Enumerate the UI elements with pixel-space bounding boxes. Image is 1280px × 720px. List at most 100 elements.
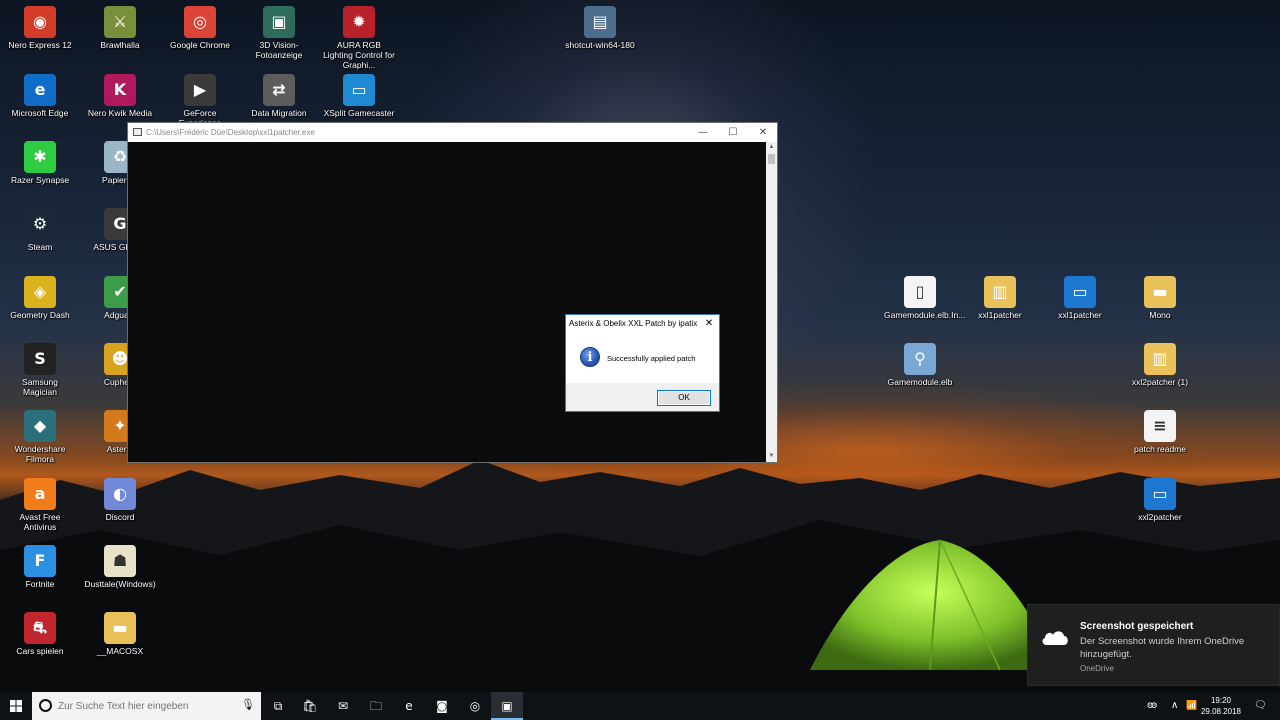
search-input[interactable] bbox=[58, 698, 238, 714]
toast-body: Der Screenshot wurde Ihrem OneDrive hinz… bbox=[1080, 636, 1245, 660]
toast-source: OneDrive bbox=[1080, 664, 1114, 673]
taskbar-file-explorer-icon[interactable]: 🗀 bbox=[360, 692, 392, 720]
patch-message-box[interactable]: Asterix & Obelix XXL Patch by ipatix ✕ i… bbox=[565, 314, 720, 412]
desktop-icon[interactable]: ⚲ Gamemodule.elb bbox=[882, 339, 958, 401]
desktop-icon[interactable]: e Microsoft Edge bbox=[2, 70, 78, 132]
edge-icon: e bbox=[24, 74, 56, 106]
fortnite-icon: F bbox=[24, 545, 56, 577]
network-icon[interactable]: 📶 bbox=[1186, 692, 1197, 720]
desktop-icon[interactable]: F Fortnite bbox=[2, 541, 78, 603]
folder-icon: ▬ bbox=[1144, 276, 1176, 308]
desktop-icon[interactable]: ◈ Geometry Dash bbox=[2, 272, 78, 334]
desktop-icon[interactable]: ≡ patch readme bbox=[1122, 406, 1198, 468]
desktop-icon[interactable]: ▤ shotcut-win64-180 bbox=[562, 2, 638, 64]
message-box-body: i Successfully applied patch bbox=[566, 333, 719, 383]
desktop-icon[interactable]: ✹ AURA RGB Lighting Control for Graphi... bbox=[321, 2, 397, 70]
scroll-up-arrow-icon[interactable]: ▲ bbox=[766, 142, 777, 153]
desktop-icon[interactable]: ▬ Mono bbox=[1122, 272, 1198, 334]
desktop-icon[interactable]: S Samsung Magician bbox=[2, 339, 78, 401]
show-hidden-icons-chevron-icon[interactable]: ∧ bbox=[1171, 692, 1178, 720]
desktop-icon[interactable]: ⚔ Brawlhalla bbox=[82, 2, 158, 64]
filmora-icon: ◆ bbox=[24, 410, 56, 442]
clock-time: 19:20 bbox=[1210, 696, 1232, 705]
info-icon: i bbox=[580, 347, 600, 367]
onedrive-cloud-icon bbox=[1042, 631, 1068, 645]
magnifier-file-icon: ⚲ bbox=[904, 343, 936, 375]
clock-date: 29.08.2018 bbox=[1200, 707, 1242, 716]
shotcut-icon: ▤ bbox=[584, 6, 616, 38]
taskbar-chrome-icon[interactable]: ◎ bbox=[459, 692, 491, 720]
samsung-magician-icon: S bbox=[24, 343, 56, 375]
desktop-icon[interactable]: ▬ __MACOSX bbox=[82, 608, 158, 670]
desktop-icon-label: shotcut-win64-180 bbox=[565, 40, 635, 50]
taskbar-clock[interactable]: 19:20 29.08.2018 bbox=[1198, 695, 1244, 717]
desktop-icon[interactable]: ⛐ Cars spielen bbox=[2, 608, 78, 670]
desktop-icon[interactable]: ◐ Discord bbox=[82, 474, 158, 536]
desktop-icon[interactable]: ▥ xxl2patcher (1) bbox=[1122, 339, 1198, 401]
desktop-icon-label: XSplit Gamecaster bbox=[323, 108, 395, 118]
desktop-icon[interactable]: a Avast Free Antivirus bbox=[2, 474, 78, 536]
zip-folder-icon: ▥ bbox=[1144, 343, 1176, 375]
desktop-icon[interactable]: ◆ Wondershare Filmora bbox=[2, 406, 78, 468]
desktop-icon-label: Gamemodule.elb.In... bbox=[884, 310, 966, 320]
desktop-icon[interactable]: ✱ Razer Synapse bbox=[2, 137, 78, 199]
chrome-icon: ◎ bbox=[184, 6, 216, 38]
microphone-icon[interactable]: 🎙 bbox=[241, 698, 255, 711]
desktop-icon-label: xxl2patcher bbox=[1138, 512, 1182, 522]
minimize-button[interactable]: — bbox=[688, 123, 718, 142]
desktop-icon[interactable]: ◎ Google Chrome bbox=[162, 2, 238, 64]
ok-button[interactable]: OK bbox=[657, 390, 711, 406]
desktop-icon[interactable]: ▭ xxl1patcher bbox=[1042, 272, 1118, 334]
message-text: Successfully applied patch bbox=[607, 354, 696, 363]
desktop-icon[interactable]: ▯ Gamemodule.elb.In... bbox=[882, 272, 966, 334]
desktop-icon-label: Gamemodule.elb bbox=[887, 377, 953, 387]
scroll-down-arrow-icon[interactable]: ▼ bbox=[766, 451, 777, 462]
desktop-icon-label: Cars spielen bbox=[16, 646, 64, 656]
console-titlebar[interactable]: C:\Users\Frédéric Düe\Desktop\xxl1patche… bbox=[128, 123, 777, 142]
desktop-icon-label: Discord bbox=[105, 512, 135, 522]
taskbar-console-icon[interactable]: ▣ bbox=[491, 692, 523, 720]
maximize-button[interactable]: ☐ bbox=[718, 123, 748, 142]
desktop-icon[interactable]: ◉ Nero Express 12 bbox=[2, 2, 78, 64]
desktop-icon[interactable]: ⚙ Steam bbox=[2, 204, 78, 266]
taskbar-app-red-icon[interactable]: ◙ bbox=[426, 692, 458, 720]
console-output[interactable] bbox=[128, 142, 766, 462]
console-scrollbar[interactable]: ▲ ▼ bbox=[766, 142, 777, 462]
scroll-thumb[interactable] bbox=[768, 154, 775, 164]
message-box-close-button[interactable]: ✕ bbox=[703, 315, 715, 333]
aura-rgb-icon: ✹ bbox=[343, 6, 375, 38]
desktop-icon-label: 3D Vision-Fotoanzeige bbox=[255, 40, 303, 60]
desktop-icon[interactable]: ▭ xxl2patcher bbox=[1122, 474, 1198, 536]
taskbar-mail-icon[interactable]: ✉ bbox=[327, 692, 359, 720]
taskbar-store-icon[interactable]: 🛍 bbox=[294, 692, 326, 720]
message-box-title: Asterix & Obelix XXL Patch by ipatix bbox=[566, 315, 719, 333]
avast-icon: a bbox=[24, 478, 56, 510]
cortana-circle-icon bbox=[39, 699, 52, 712]
desktop-icon-label: Nero Express 12 bbox=[8, 40, 72, 50]
start-button[interactable] bbox=[0, 692, 32, 720]
exe-icon: ▭ bbox=[1064, 276, 1096, 308]
desktop-icon[interactable]: ☗ Dusttale(Windows) bbox=[82, 541, 158, 603]
taskbar-task-view-icon[interactable]: ⧉ bbox=[262, 692, 294, 720]
desktop-icon-label: Samsung Magician bbox=[22, 377, 58, 397]
desktop-icon-label: Microsoft Edge bbox=[11, 108, 69, 118]
taskbar-search-box[interactable]: 🎙 bbox=[32, 692, 261, 720]
close-button[interactable]: ✕ bbox=[748, 123, 778, 142]
taskbar-edge-icon[interactable]: e bbox=[393, 692, 425, 720]
taskbar: 🎙 ⧉🛍✉🗀e◙◎▣ ꙭ ∧ 📶 19:20 29.08.2018 🗨 bbox=[0, 692, 1280, 720]
console-window-title: C:\Users\Frédéric Düe\Desktop\xxl1patche… bbox=[146, 128, 315, 137]
people-icon[interactable]: ꙭ bbox=[1147, 692, 1157, 720]
dusttale-icon: ☗ bbox=[104, 545, 136, 577]
geforce-icon: ▶ bbox=[184, 74, 216, 106]
desktop-icon-label: Mono bbox=[1149, 310, 1171, 320]
desktop-icon[interactable]: ▣ 3D Vision-Fotoanzeige bbox=[241, 2, 317, 64]
desktop-icon-label: Geometry Dash bbox=[10, 310, 70, 320]
desktop-icon[interactable]: ▥ xxl1patcher bbox=[962, 272, 1038, 334]
discord-icon: ◐ bbox=[104, 478, 136, 510]
windows-logo-icon bbox=[10, 700, 22, 712]
onedrive-toast-notification[interactable]: Screenshot gespeichert Der Screenshot wu… bbox=[1027, 604, 1280, 686]
desktop-icon-label: Dusttale(Windows) bbox=[84, 579, 156, 589]
desktop-icon-label: xxl1patcher bbox=[1058, 310, 1102, 320]
action-center-icon[interactable]: 🗨 bbox=[1254, 692, 1267, 720]
steam-icon: ⚙ bbox=[24, 208, 56, 240]
